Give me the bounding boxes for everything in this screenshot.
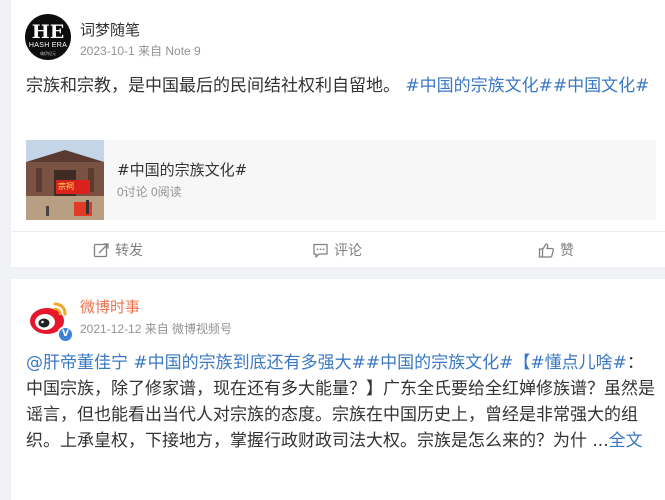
- avatar-brand: HASH ERA: [28, 42, 68, 49]
- topic-thumbnail-banner: 宗祠: [58, 182, 74, 191]
- repost-label: 转发: [115, 243, 143, 259]
- topic-card[interactable]: 宗祠 #中国的宗族文化# 0讨论 0阅读: [26, 140, 656, 220]
- like-label: 赞: [560, 243, 574, 259]
- divider: [11, 231, 665, 232]
- verified-icon: V: [57, 326, 74, 343]
- post-text-plain: 宗族和宗教，是中国最后的民间结社权利自留地。: [26, 76, 406, 96]
- hashtag-link[interactable]: #中国的宗族文化##中国文化#: [405, 76, 649, 96]
- post-meta[interactable]: 2021-12-12 来自 微博视频号: [80, 320, 232, 337]
- avatar-sub: 嗨伊纪元: [40, 51, 56, 56]
- topic-title[interactable]: #中国的宗族文化#: [117, 159, 247, 180]
- username[interactable]: 词梦随笔: [80, 19, 140, 40]
- post-text: @肝帝董佳宁 #中国的宗族到底还有多强大##中国的宗族文化#【#懂点儿啥#：中国…: [26, 350, 658, 454]
- avatar[interactable]: HE HASH ERA 嗨伊纪元: [25, 14, 71, 60]
- avatar-monogram: HE: [31, 21, 65, 43]
- comment-button[interactable]: 评论: [312, 240, 362, 260]
- post-card: V 微博时事 2021-12-12 来自 微博视频号 @肝帝董佳宁 #中国的宗族…: [11, 279, 665, 500]
- repost-icon: [93, 242, 109, 257]
- like-icon: [538, 242, 554, 258]
- post-meta[interactable]: 2023-10-1 来自 Note 9: [80, 42, 201, 59]
- repost-button[interactable]: 转发: [93, 240, 143, 260]
- full-text-link[interactable]: 全文: [609, 431, 643, 451]
- comment-icon: [313, 243, 328, 258]
- avatar[interactable]: V: [25, 295, 74, 343]
- like-button[interactable]: 赞: [538, 240, 574, 260]
- topic-stats: 0讨论 0阅读: [117, 185, 182, 199]
- post-text: 宗族和宗教，是中国最后的民间结社权利自留地。 #中国的宗族文化##中国文化#: [26, 73, 658, 99]
- username[interactable]: 微博时事: [80, 296, 140, 317]
- post-card: HE HASH ERA 嗨伊纪元 词梦随笔 2023-10-1 来自 Note …: [11, 0, 665, 267]
- mention-hashtag-link[interactable]: @肝帝董佳宁 #中国的宗族到底还有多强大##中国的宗族文化#【#懂点儿啥#: [26, 353, 627, 373]
- comment-label: 评论: [334, 243, 362, 259]
- topic-thumbnail: 宗祠: [26, 140, 104, 220]
